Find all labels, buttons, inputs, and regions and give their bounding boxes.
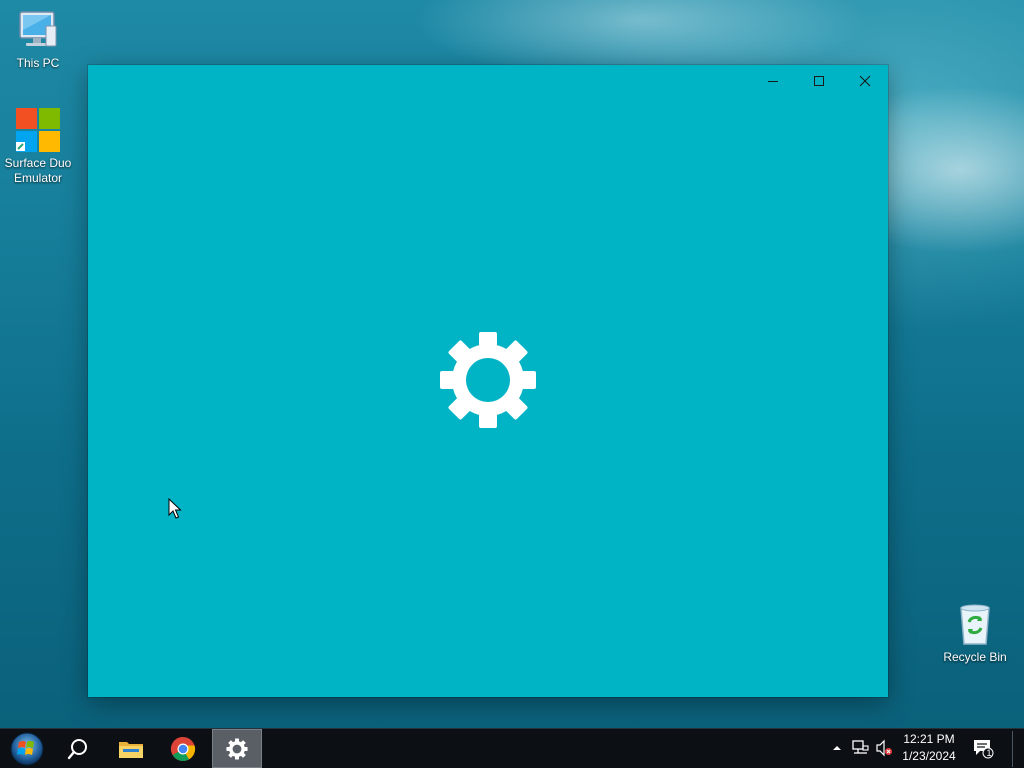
clock-time: 12:21 PM xyxy=(903,732,955,746)
network-icon xyxy=(852,740,869,754)
desktop: This PC Surface Duo Emulator Recycle Bin… xyxy=(0,0,1024,768)
computer-icon xyxy=(14,6,62,54)
notification-count: 1 xyxy=(986,748,992,758)
windows-logo-icon xyxy=(10,732,44,765)
desktop-icon-label: This PC xyxy=(16,56,60,70)
recycle-bin-icon xyxy=(951,600,999,648)
search-icon xyxy=(67,738,87,759)
file-explorer-button[interactable] xyxy=(106,729,156,768)
chrome-icon xyxy=(170,736,196,761)
show-hidden-icons-button[interactable] xyxy=(828,739,846,757)
volume-muted-icon xyxy=(876,739,892,757)
close-icon xyxy=(859,75,871,87)
mouse-cursor-icon xyxy=(168,498,182,519)
settings-splash-window[interactable] xyxy=(88,65,888,697)
network-status[interactable] xyxy=(851,739,869,757)
show-desktop-button[interactable] xyxy=(1012,731,1022,767)
desktop-icon-recycle-bin[interactable]: Recycle Bin xyxy=(937,600,1013,665)
taskbar: 12:21 PM 1/23/2024 1 xyxy=(0,728,1024,768)
gear-icon xyxy=(440,332,536,428)
maximize-icon xyxy=(814,76,824,86)
settings-taskbar-button[interactable] xyxy=(212,729,262,768)
close-button[interactable] xyxy=(842,65,888,97)
clock[interactable]: 12:21 PM 1/23/2024 xyxy=(896,731,962,767)
chevron-up-icon xyxy=(833,746,841,750)
gear-icon xyxy=(226,737,248,760)
windows-tiles-icon xyxy=(14,106,62,154)
volume-control[interactable] xyxy=(875,739,893,757)
desktop-icon-surface-duo-emulator[interactable]: Surface Duo Emulator xyxy=(0,106,76,186)
action-center-button[interactable]: 1 xyxy=(972,737,994,759)
desktop-icon-this-pc[interactable]: This PC xyxy=(0,6,76,71)
minimize-button[interactable] xyxy=(750,65,796,97)
start-button[interactable] xyxy=(4,729,50,768)
folder-icon xyxy=(119,741,143,758)
maximize-button[interactable] xyxy=(796,65,842,97)
chrome-button[interactable] xyxy=(158,729,208,768)
desktop-icon-label: Recycle Bin xyxy=(943,650,1007,664)
minimize-icon xyxy=(768,81,778,82)
desktop-icon-label: Surface Duo Emulator xyxy=(4,156,72,185)
clock-date: 1/23/2024 xyxy=(902,749,956,763)
search-button[interactable] xyxy=(54,729,102,768)
